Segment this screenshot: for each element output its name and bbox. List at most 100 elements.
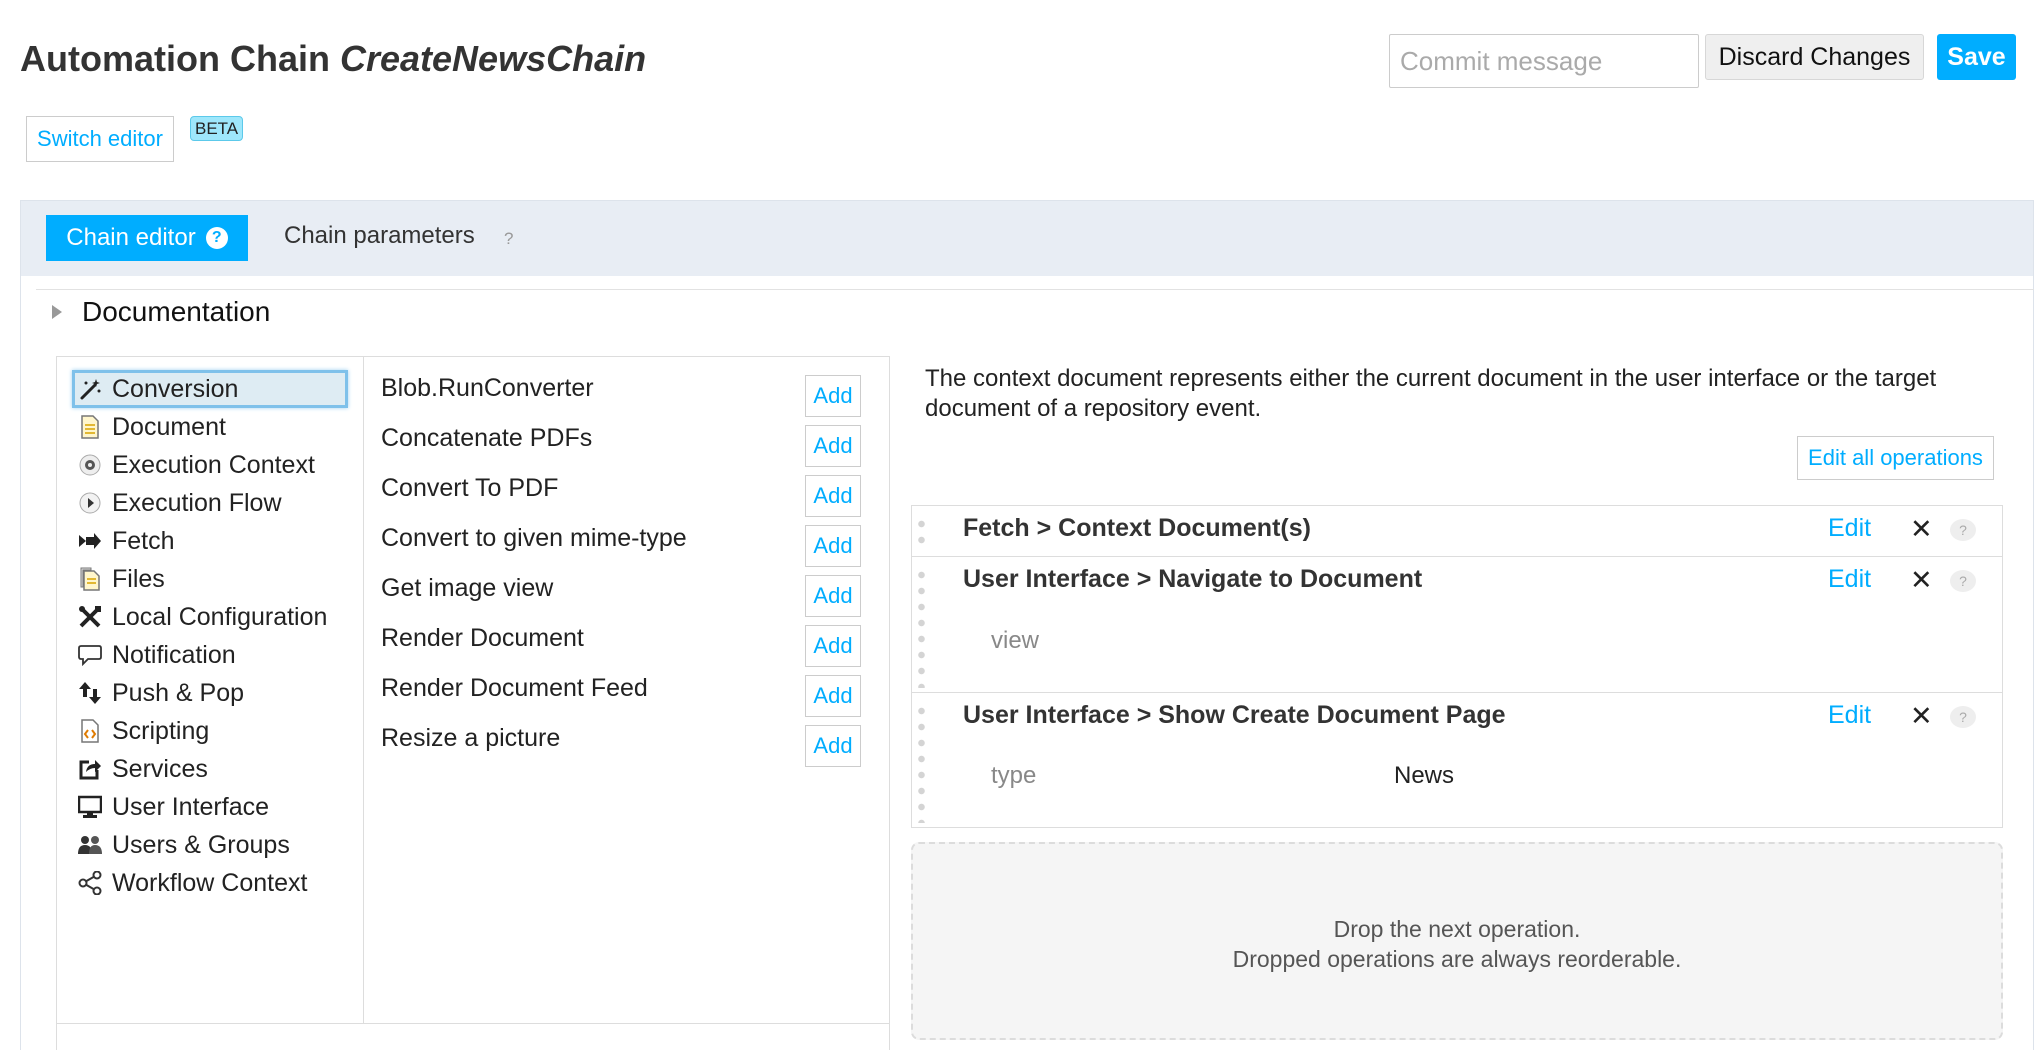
category-label: Execution Context [112, 450, 315, 479]
operation-title: Fetch > Context Document(s) [963, 514, 1311, 542]
param-value: News [1394, 762, 1455, 789]
add-operation-button[interactable]: Add [805, 725, 861, 767]
drag-handle[interactable] [918, 703, 925, 823]
category-push-pop[interactable]: Push & Pop [72, 674, 348, 712]
push-pop-arrows-icon [78, 681, 102, 705]
category-users-groups[interactable]: Users & Groups [72, 826, 348, 864]
document-icon [78, 415, 102, 439]
drag-handle[interactable] [918, 516, 925, 552]
param-label: type [991, 762, 1037, 789]
divider [363, 357, 364, 1023]
add-operation-button[interactable]: Add [805, 575, 861, 617]
chain-operation[interactable]: Fetch > Context Document(s) Edit ✕ ? [911, 505, 2003, 557]
category-document[interactable]: Document [72, 408, 348, 446]
category-local-configuration[interactable]: Local Configuration [72, 598, 348, 636]
edit-link[interactable]: Edit [1828, 514, 1871, 543]
category-conversion[interactable]: Conversion [72, 370, 348, 408]
drag-handle[interactable] [918, 567, 925, 688]
chain-operation[interactable]: User Interface > Show Create Document Pa… [911, 692, 2003, 828]
delete-icon[interactable]: ✕ [1910, 701, 1933, 731]
beta-badge: BETA [190, 116, 244, 141]
category-label: Files [112, 564, 165, 593]
share-out-icon [78, 757, 102, 781]
drop-zone-hint: Dropped operations are always reorderabl… [1232, 946, 1682, 972]
edit-link[interactable]: Edit [1828, 565, 1871, 594]
category-label: User Interface [112, 792, 270, 821]
add-operation-button[interactable]: Add [805, 375, 861, 417]
add-operation-button[interactable]: Add [805, 425, 861, 467]
category-execution-context[interactable]: Execution Context [72, 446, 348, 484]
divider [36, 289, 2034, 290]
category-notification[interactable]: Notification [72, 636, 348, 674]
category-label: Users & Groups [112, 830, 290, 859]
help-icon[interactable]: ? [205, 227, 228, 249]
users-icon [78, 833, 102, 857]
context-description: The context document represents either t… [925, 365, 1937, 422]
category-label: Conversion [112, 374, 239, 403]
files-icon [78, 567, 102, 591]
tab-chain-parameters[interactable]: Chain parameters [284, 222, 475, 250]
operation-item[interactable]: Convert to given mime-type [381, 524, 687, 553]
commit-message-input[interactable] [1389, 34, 1699, 88]
add-operation-button[interactable]: Add [805, 475, 861, 517]
tools-icon [78, 605, 102, 629]
drop-zone-text: Drop the next operation. [1333, 916, 1581, 942]
switch-editor-button[interactable]: Switch editor [26, 116, 174, 162]
help-icon[interactable]: ? [504, 229, 513, 249]
add-operation-button[interactable]: Add [805, 525, 861, 567]
play-icon [78, 491, 102, 515]
fetch-arrow-icon [78, 529, 102, 553]
category-user-interface[interactable]: User Interface [72, 788, 348, 826]
category-fetch[interactable]: Fetch [72, 522, 348, 560]
operation-item[interactable]: Resize a picture [381, 724, 560, 753]
category-label: Push & Pop [112, 678, 245, 707]
script-icon [78, 719, 102, 743]
category-label: Fetch [112, 526, 175, 555]
operation-item[interactable]: Render Document Feed [381, 674, 648, 703]
operation-item[interactable]: Render Document [381, 624, 584, 653]
category-label: Document [112, 412, 226, 441]
category-label: Scripting [112, 716, 210, 745]
category-label: Notification [112, 640, 236, 669]
monitor-icon [78, 795, 102, 819]
operation-title: User Interface > Show Create Document Pa… [963, 701, 1506, 729]
discard-changes-button[interactable]: Discard Changes [1705, 34, 1924, 80]
operation-item[interactable]: Concatenate PDFs [381, 424, 592, 453]
category-files[interactable]: Files [72, 560, 348, 598]
category-execution-flow[interactable]: Execution Flow [72, 484, 348, 522]
operation-item[interactable]: Get image view [381, 574, 553, 603]
chain-operation[interactable]: User Interface > Navigate to Document Ed… [911, 556, 2003, 693]
help-icon[interactable]: ? [1950, 570, 1976, 592]
category-services[interactable]: Services [72, 750, 348, 788]
drop-zone[interactable]: Drop the next operation. Dropped operati… [911, 842, 2003, 1040]
edit-all-operations-button[interactable]: Edit all operations [1797, 436, 1994, 480]
speech-bubble-icon [78, 643, 102, 667]
magic-wand-icon [78, 377, 102, 401]
tab-chain-editor-label: Chain editor [66, 224, 196, 251]
save-button[interactable]: Save [1937, 34, 2016, 80]
category-scripting[interactable]: Scripting [72, 712, 348, 750]
category-label: Local Configuration [112, 602, 328, 631]
category-label: Execution Flow [112, 488, 282, 517]
tab-chain-editor[interactable]: Chain editor ? [46, 215, 248, 261]
category-label: Workflow Context [112, 868, 308, 897]
gear-icon [78, 453, 102, 477]
help-icon[interactable]: ? [1950, 519, 1976, 541]
title-prefix: Automation Chain [20, 38, 330, 79]
operation-item[interactable]: Convert To PDF [381, 474, 558, 503]
divider [57, 1023, 889, 1024]
add-operation-button[interactable]: Add [805, 625, 861, 667]
documentation-toggle[interactable]: Documentation [82, 296, 270, 328]
delete-icon[interactable]: ✕ [1910, 514, 1933, 544]
chain-name: CreateNewsChain [340, 38, 647, 79]
operation-title: User Interface > Navigate to Document [963, 565, 1423, 593]
help-icon[interactable]: ? [1950, 706, 1976, 728]
expand-arrow-icon[interactable] [52, 305, 62, 319]
operation-item[interactable]: Blob.RunConverter [381, 374, 594, 403]
edit-link[interactable]: Edit [1828, 701, 1871, 730]
category-label: Services [112, 754, 208, 783]
add-operation-button[interactable]: Add [805, 675, 861, 717]
category-workflow-context[interactable]: Workflow Context [72, 864, 348, 902]
share-nodes-icon [78, 871, 102, 895]
delete-icon[interactable]: ✕ [1910, 565, 1933, 595]
